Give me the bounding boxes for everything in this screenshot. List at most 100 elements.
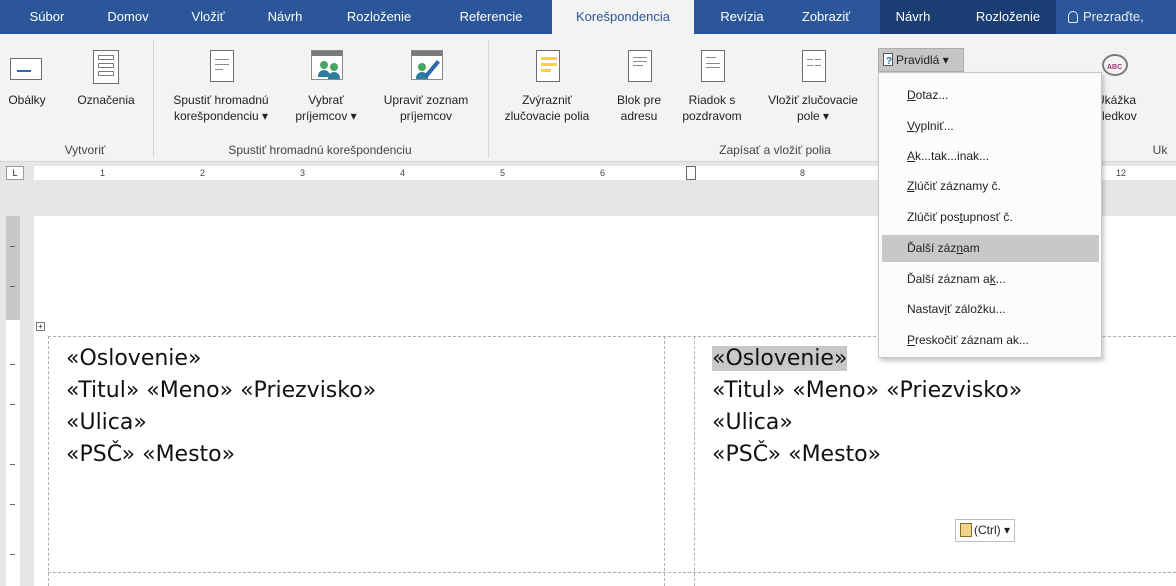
vertical-ruler[interactable] xyxy=(6,216,20,586)
ruler-margin xyxy=(6,216,20,320)
merge-field-city-line[interactable]: «PSČ» «Mesto» xyxy=(66,439,376,471)
tab-table-design[interactable]: Návrh xyxy=(888,0,938,34)
label-cell-right[interactable]: «Oslovenie» «Titul» «Meno» «Priezvisko» … xyxy=(712,343,1022,471)
highlight-merge-fields-button[interactable]: Zvýrazniť zlučovacie polia xyxy=(492,48,602,124)
ruler-tick xyxy=(10,464,15,465)
tab-layout[interactable]: Rozloženie xyxy=(334,0,424,34)
ruler-tick xyxy=(10,504,15,505)
merge-field-street[interactable]: «Ulica» xyxy=(712,407,1022,439)
edit-recipient-list-button[interactable]: Upraviť zoznam príjemcov xyxy=(370,48,482,124)
menu-item-next-record-if[interactable]: Ďalší záznam ak... xyxy=(879,266,1101,293)
select-recipients-label-2: príjemcov ▾ xyxy=(295,109,357,123)
rules-label: Pravidlá ▾ xyxy=(896,53,949,67)
group-label-start-merge: Spustiť hromadnú korešpondenciu xyxy=(228,143,412,157)
edit-recipient-list-label-1: Upraviť zoznam xyxy=(383,93,469,107)
ruler-tick: 4 xyxy=(400,168,406,178)
start-mail-merge-button[interactable]: Spustiť hromadnú korešpondenciu ▾ xyxy=(158,48,284,124)
preview-results-label-2: sledkov xyxy=(1096,109,1137,123)
menu-item-fill-in[interactable]: Vyplniť... xyxy=(879,113,1101,140)
select-recipients-label-1: Vybrať xyxy=(308,93,344,107)
tab-table-layout[interactable]: Rozloženie xyxy=(966,0,1050,34)
envelopes-label: Obálky xyxy=(8,93,46,107)
insert-merge-field-label-1: Vložiť zlučovacie xyxy=(768,93,858,107)
address-block-button[interactable]: Blok pre adresu xyxy=(606,48,672,124)
ruler-tick: 6 xyxy=(600,168,606,178)
labels-button[interactable]: Označenia xyxy=(68,48,144,108)
menu-item-merge-sequence[interactable]: Zlúčiť postupnosť č. xyxy=(879,204,1101,231)
group-label-write-insert: Zapísať a vložiť polia xyxy=(719,143,831,157)
greeting-line-label-1: Riadok s xyxy=(688,93,736,107)
table-move-handle-icon[interactable]: + xyxy=(36,322,45,331)
lightbulb-icon xyxy=(1068,11,1078,23)
label-cell-left[interactable]: «Oslovenie» «Titul» «Meno» «Priezvisko» … xyxy=(66,343,376,471)
preview-results-label-1: Ukážka xyxy=(1096,93,1137,107)
merge-field-name-line[interactable]: «Titul» «Meno» «Priezvisko» xyxy=(66,375,376,407)
menu-item-next-record[interactable]: Ďalší záznam xyxy=(882,235,1099,262)
highlight-merge-fields-label-2: zlučovacie polia xyxy=(504,109,590,123)
ruler-tick xyxy=(10,554,15,555)
tab-review[interactable]: Revízia xyxy=(712,0,772,34)
menu-item-if-then-else[interactable]: Ak...tak...inak... xyxy=(879,143,1101,170)
ruler-tick xyxy=(10,404,15,405)
menu-item-merge-record[interactable]: Zlúčiť záznamy č. xyxy=(879,173,1101,200)
group-label-preview: Uk xyxy=(1152,143,1168,157)
address-block-label-2: adresu xyxy=(620,109,658,123)
menu-item-skip-record-if[interactable]: Preskočiť záznam ak... xyxy=(879,327,1101,354)
menu-item-set-bookmark[interactable]: Nastaviť záložku... xyxy=(879,296,1101,323)
paste-options-button[interactable]: (Ctrl) ▾ xyxy=(955,519,1016,542)
rules-dropdown-button[interactable]: Pravidlá ▾ xyxy=(878,48,964,73)
preview-results-button[interactable]: ABC Ukážka sledkov xyxy=(1096,48,1156,124)
labels-label: Označenia xyxy=(77,93,135,107)
tell-me-box[interactable]: Prezraďte, xyxy=(1068,0,1144,34)
ruler-tick xyxy=(10,364,15,365)
column-marker[interactable] xyxy=(686,166,696,180)
greeting-line-icon xyxy=(695,48,729,88)
ruler-tick: 12 xyxy=(1116,168,1127,178)
group-separator xyxy=(488,40,489,158)
envelopes-button[interactable]: Obálky xyxy=(4,48,50,108)
recipients-icon xyxy=(309,48,343,88)
paste-options-label: (Ctrl) ▾ xyxy=(974,523,1011,537)
tab-view[interactable]: Zobraziť xyxy=(790,0,862,34)
preview-abc-icon: ABC xyxy=(1100,48,1134,88)
tab-file[interactable]: Súbor xyxy=(20,0,74,34)
edit-list-icon xyxy=(409,48,443,88)
table-gridline xyxy=(694,336,695,586)
table-gridline xyxy=(48,572,1176,573)
insert-merge-field-label-2: pole ▾ xyxy=(796,109,830,123)
tab-references[interactable]: Referencie xyxy=(448,0,534,34)
greeting-line-button[interactable]: Riadok s pozdravom xyxy=(674,48,750,124)
envelope-icon xyxy=(10,48,44,88)
tab-mailings[interactable]: Korešpondencia xyxy=(552,0,694,34)
address-block-label-1: Blok pre xyxy=(616,93,662,107)
rules-icon xyxy=(883,51,893,73)
ruler-tick: 5 xyxy=(500,168,506,178)
table-gridline xyxy=(48,336,49,586)
address-block-icon xyxy=(622,48,656,88)
table-gridline xyxy=(664,336,665,586)
ruler-tick xyxy=(10,286,15,287)
group-separator xyxy=(153,40,154,158)
select-recipients-button[interactable]: Vybrať príjemcov ▾ xyxy=(288,48,364,124)
clipboard-icon xyxy=(960,523,972,537)
document-merge-icon xyxy=(204,48,238,88)
ruler-tick xyxy=(10,246,15,247)
merge-field-city-line[interactable]: «PSČ» «Mesto» xyxy=(712,439,1022,471)
menu-item-ask[interactable]: Dotaz... xyxy=(879,82,1101,109)
tab-home[interactable]: Domov xyxy=(98,0,158,34)
ruler-tick: 8 xyxy=(800,168,806,178)
start-mail-merge-label-1: Spustiť hromadnú xyxy=(173,93,269,107)
insert-field-icon xyxy=(796,48,830,88)
merge-field-street[interactable]: «Ulica» xyxy=(66,407,376,439)
highlight-fields-icon xyxy=(530,48,564,88)
edit-recipient-list-label-2: príjemcov xyxy=(399,109,452,123)
insert-merge-field-button[interactable]: Vložiť zlučovacie pole ▾ xyxy=(754,48,872,124)
tell-me-label: Prezraďte, xyxy=(1083,9,1144,24)
merge-field-salutation-selected[interactable]: «Oslovenie» xyxy=(712,346,848,371)
merge-field-salutation[interactable]: «Oslovenie» xyxy=(66,343,376,375)
tab-insert[interactable]: Vložiť xyxy=(182,0,234,34)
ruler-tick: 1 xyxy=(100,168,106,178)
tab-selector[interactable]: L xyxy=(6,166,24,180)
tab-design[interactable]: Návrh xyxy=(260,0,310,34)
merge-field-name-line[interactable]: «Titul» «Meno» «Priezvisko» xyxy=(712,375,1022,407)
